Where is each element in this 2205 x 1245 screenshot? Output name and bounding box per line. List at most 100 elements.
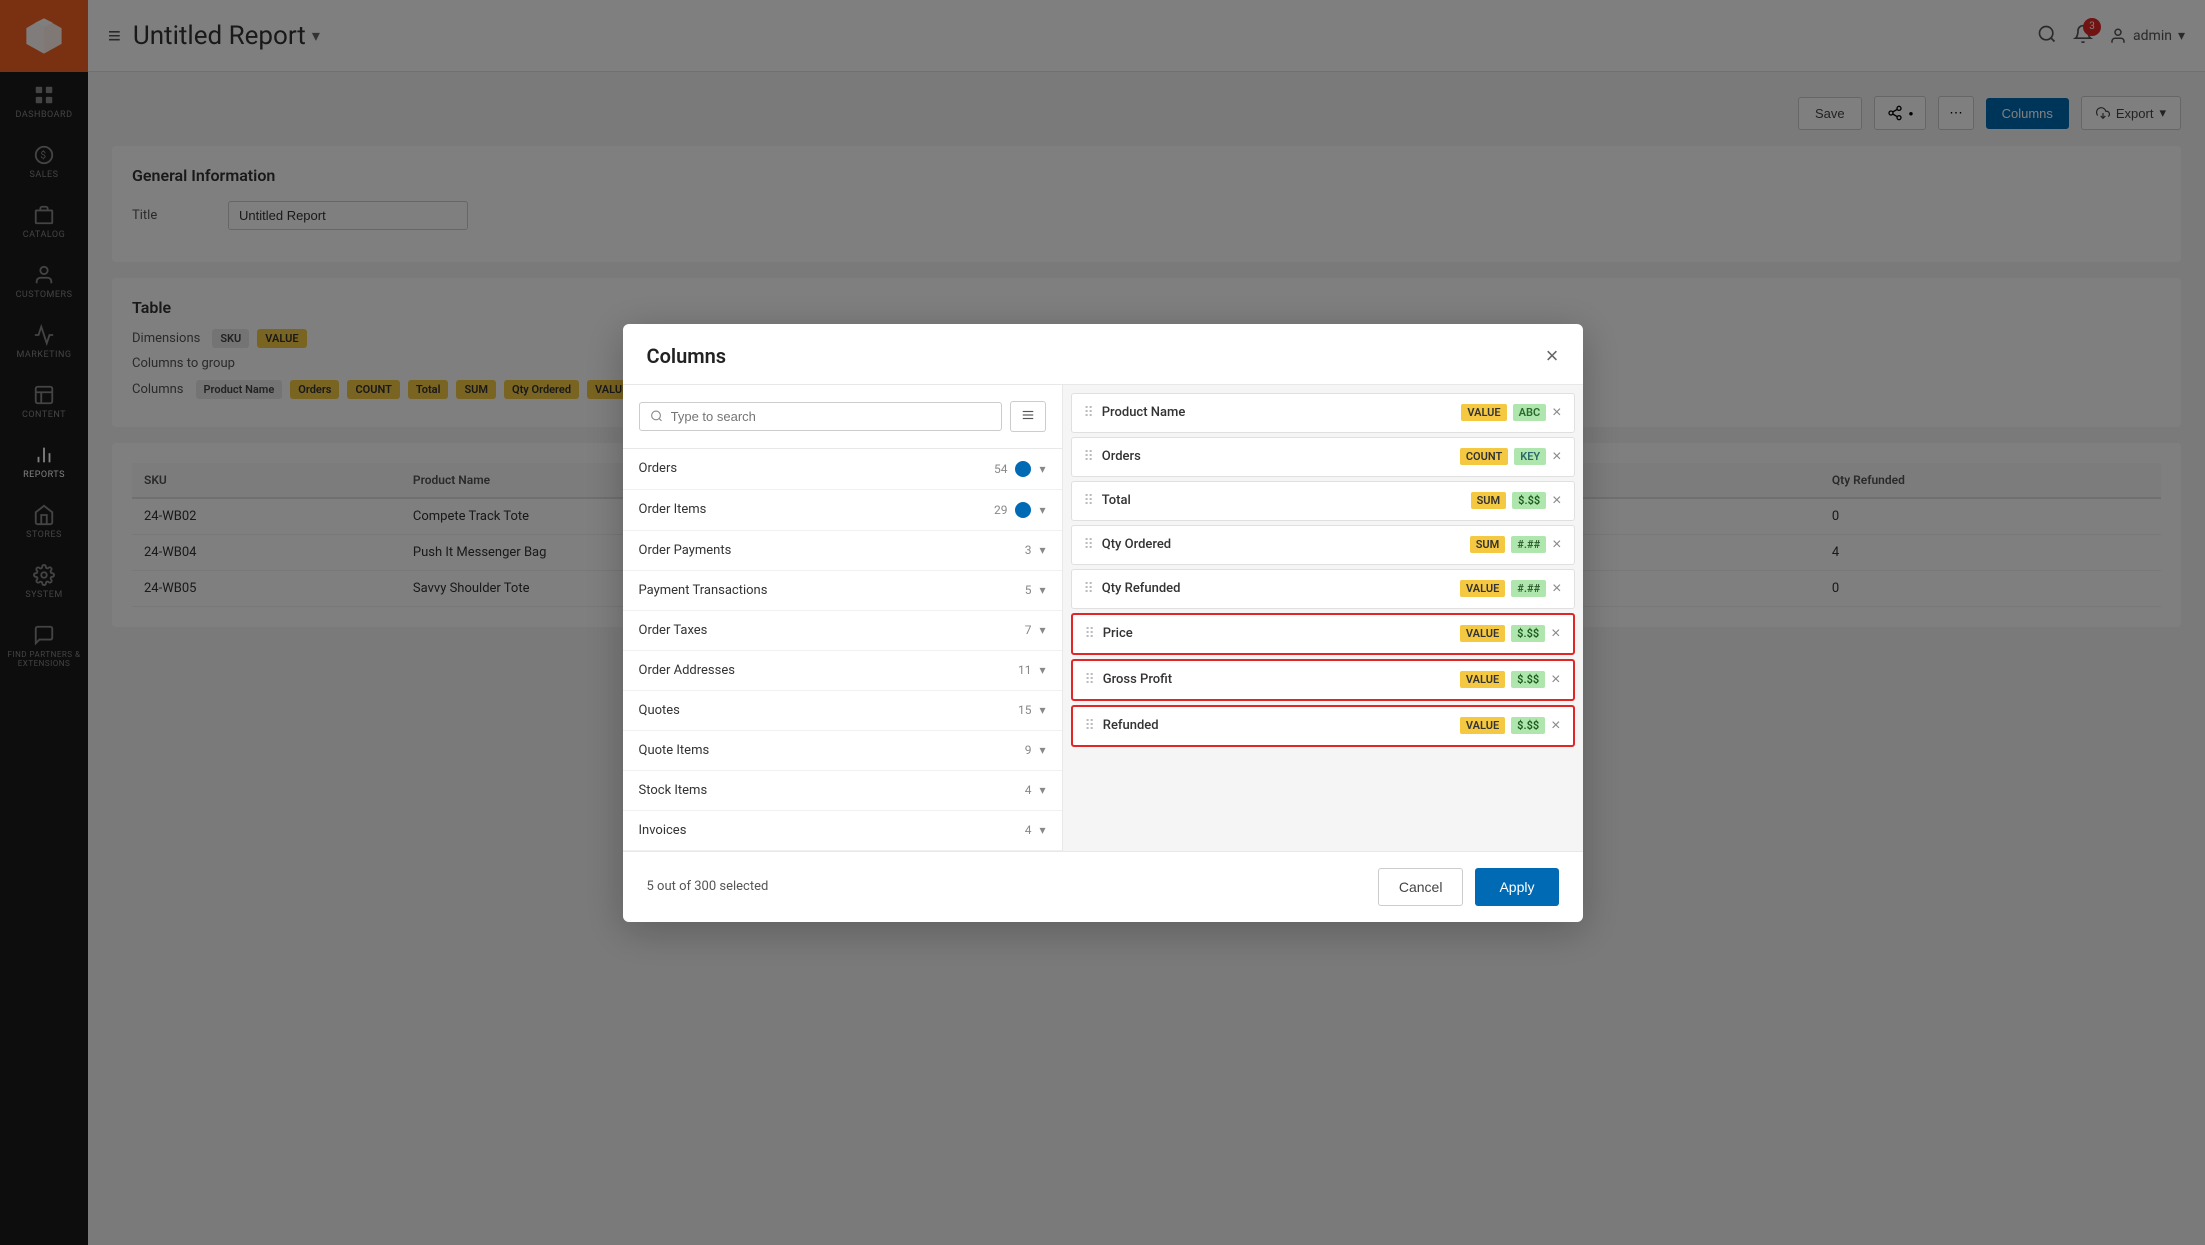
col-remove-button[interactable]: ×: [1552, 580, 1561, 598]
col-remove-button[interactable]: ×: [1551, 717, 1560, 735]
modal-list-item[interactable]: Orders 54 ▾: [623, 449, 1062, 490]
modal-body: Orders 54 ▾ Order Items 29 ▾ Order Payme…: [623, 385, 1583, 851]
modal-list-item[interactable]: Quotes 15 ▾: [623, 691, 1062, 731]
drag-handle-icon[interactable]: ⠿: [1084, 581, 1094, 597]
col-row-left: ⠿ Orders: [1084, 449, 1141, 465]
modal-list-item-name: Quotes: [639, 703, 680, 718]
modal-list-chevron: ▾: [1039, 462, 1045, 476]
col-tag-format[interactable]: $.$$: [1511, 625, 1545, 642]
modal-list-item-right: 5 ▾: [1025, 583, 1046, 597]
col-tag-format[interactable]: KEY: [1514, 448, 1546, 465]
modal-right-panel: ⠿ Product Name VALUE ABC × ⠿ Orders COUN…: [1063, 385, 1583, 851]
modal-list-item[interactable]: Quote Items 9 ▾: [623, 731, 1062, 771]
col-row-left: ⠿ Gross Profit: [1085, 672, 1173, 688]
col-row-right: COUNT KEY ×: [1460, 448, 1562, 466]
col-row-left: ⠿ Qty Refunded: [1084, 581, 1181, 597]
modal-column-row: ⠿ Total SUM $.$$ ×: [1071, 481, 1575, 521]
modal-list-item[interactable]: Order Payments 3 ▾: [623, 531, 1062, 571]
drag-handle-icon[interactable]: ⠿: [1085, 626, 1095, 642]
modal-list-count: 4: [1025, 783, 1032, 797]
drag-handle-icon[interactable]: ⠿: [1084, 493, 1094, 509]
modal-list-chevron: ▾: [1039, 743, 1045, 757]
col-tag-type[interactable]: SUM: [1470, 536, 1506, 553]
modal-list-count: 11: [1018, 663, 1032, 677]
col-row-left: ⠿ Refunded: [1085, 718, 1159, 734]
col-tag-type[interactable]: VALUE: [1460, 580, 1505, 597]
col-tag-type[interactable]: VALUE: [1460, 625, 1505, 642]
modal-left-panel: Orders 54 ▾ Order Items 29 ▾ Order Payme…: [623, 385, 1063, 851]
col-tag-type[interactable]: COUNT: [1460, 448, 1508, 465]
modal-column-row: ⠿ Refunded VALUE $.$$ ×: [1071, 705, 1575, 747]
drag-handle-icon[interactable]: ⠿: [1084, 449, 1094, 465]
col-name: Orders: [1102, 449, 1141, 464]
col-row-right: SUM #.## ×: [1470, 536, 1562, 554]
modal-overlay[interactable]: Columns × Orders 54 ▾: [0, 0, 2205, 1245]
col-row-right: SUM $.$$ ×: [1471, 492, 1562, 510]
modal-list-item-right: 7 ▾: [1025, 623, 1046, 637]
cancel-button[interactable]: Cancel: [1378, 868, 1464, 906]
modal-search-box: [639, 402, 1002, 431]
modal-list-item-name: Order Items: [639, 502, 707, 517]
drag-handle-icon[interactable]: ⠿: [1084, 537, 1094, 553]
modal-list-item[interactable]: Order Items 29 ▾: [623, 490, 1062, 531]
col-tag-format[interactable]: $.$$: [1511, 671, 1545, 688]
modal-list-chevron: ▾: [1039, 503, 1045, 517]
col-remove-button[interactable]: ×: [1551, 625, 1560, 643]
modal-list-item-name: Quote Items: [639, 743, 710, 758]
col-row-right: VALUE #.## ×: [1460, 580, 1561, 598]
modal-list-item-name: Payment Transactions: [639, 583, 768, 598]
modal-column-row: ⠿ Gross Profit VALUE $.$$ ×: [1071, 659, 1575, 701]
modal-list-circle: [1015, 461, 1031, 477]
modal-left-list: Orders 54 ▾ Order Items 29 ▾ Order Payme…: [623, 449, 1062, 851]
col-name: Gross Profit: [1103, 672, 1172, 687]
col-tag-type[interactable]: SUM: [1471, 492, 1507, 509]
modal-list-item-right: 11 ▾: [1018, 663, 1046, 677]
modal-list-item-right: 3 ▾: [1025, 543, 1046, 557]
col-row-right: VALUE ABC ×: [1461, 404, 1561, 422]
drag-handle-icon[interactable]: ⠿: [1084, 405, 1094, 421]
modal-list-item-right: 15 ▾: [1018, 703, 1046, 717]
apply-button[interactable]: Apply: [1475, 868, 1558, 906]
col-remove-button[interactable]: ×: [1551, 671, 1560, 689]
col-remove-button[interactable]: ×: [1552, 448, 1561, 466]
modal-list-item[interactable]: Order Addresses 11 ▾: [623, 651, 1062, 691]
col-tag-format[interactable]: $.$$: [1512, 492, 1546, 509]
col-remove-button[interactable]: ×: [1552, 536, 1561, 554]
col-tag-format[interactable]: $.$$: [1511, 717, 1545, 734]
modal-list-item-right: 29 ▾: [994, 502, 1046, 518]
col-tag-type[interactable]: VALUE: [1460, 671, 1505, 688]
col-row-left: ⠿ Product Name: [1084, 405, 1186, 421]
col-tag-format[interactable]: #.##: [1511, 536, 1546, 553]
list-toggle-button[interactable]: [1010, 401, 1046, 432]
columns-modal: Columns × Orders 54 ▾: [623, 324, 1583, 922]
modal-footer: 5 out of 300 selected Cancel Apply: [623, 851, 1583, 922]
modal-list-chevron: ▾: [1039, 583, 1045, 597]
modal-close-button[interactable]: ×: [1546, 345, 1559, 367]
col-tag-type[interactable]: VALUE: [1460, 717, 1505, 734]
drag-handle-icon[interactable]: ⠿: [1085, 672, 1095, 688]
col-remove-button[interactable]: ×: [1552, 404, 1561, 422]
col-name: Refunded: [1103, 718, 1159, 733]
modal-list-item-name: Order Addresses: [639, 663, 735, 678]
col-name: Price: [1103, 626, 1133, 641]
modal-list-chevron: ▾: [1039, 623, 1045, 637]
modal-list-item-name: Orders: [639, 461, 678, 476]
col-row-left: ⠿ Price: [1085, 626, 1133, 642]
modal-list-item[interactable]: Stock Items 4 ▾: [623, 771, 1062, 811]
modal-list-chevron: ▾: [1039, 703, 1045, 717]
col-tag-format[interactable]: ABC: [1513, 404, 1547, 421]
modal-list-count: 9: [1025, 743, 1032, 757]
drag-handle-icon[interactable]: ⠿: [1085, 718, 1095, 734]
modal-list-item-name: Stock Items: [639, 783, 708, 798]
modal-column-row: ⠿ Qty Refunded VALUE #.## ×: [1071, 569, 1575, 609]
modal-list-item[interactable]: Payment Transactions 5 ▾: [623, 571, 1062, 611]
modal-list-item[interactable]: Invoices 4 ▾: [623, 811, 1062, 851]
col-tag-type[interactable]: VALUE: [1461, 404, 1506, 421]
modal-list-item-name: Order Taxes: [639, 623, 708, 638]
col-tag-format[interactable]: #.##: [1511, 580, 1546, 597]
modal-column-row: ⠿ Orders COUNT KEY ×: [1071, 437, 1575, 477]
search-input[interactable]: [671, 409, 991, 424]
modal-footer-actions: Cancel Apply: [1378, 868, 1559, 906]
modal-list-item[interactable]: Order Taxes 7 ▾: [623, 611, 1062, 651]
col-remove-button[interactable]: ×: [1552, 492, 1561, 510]
